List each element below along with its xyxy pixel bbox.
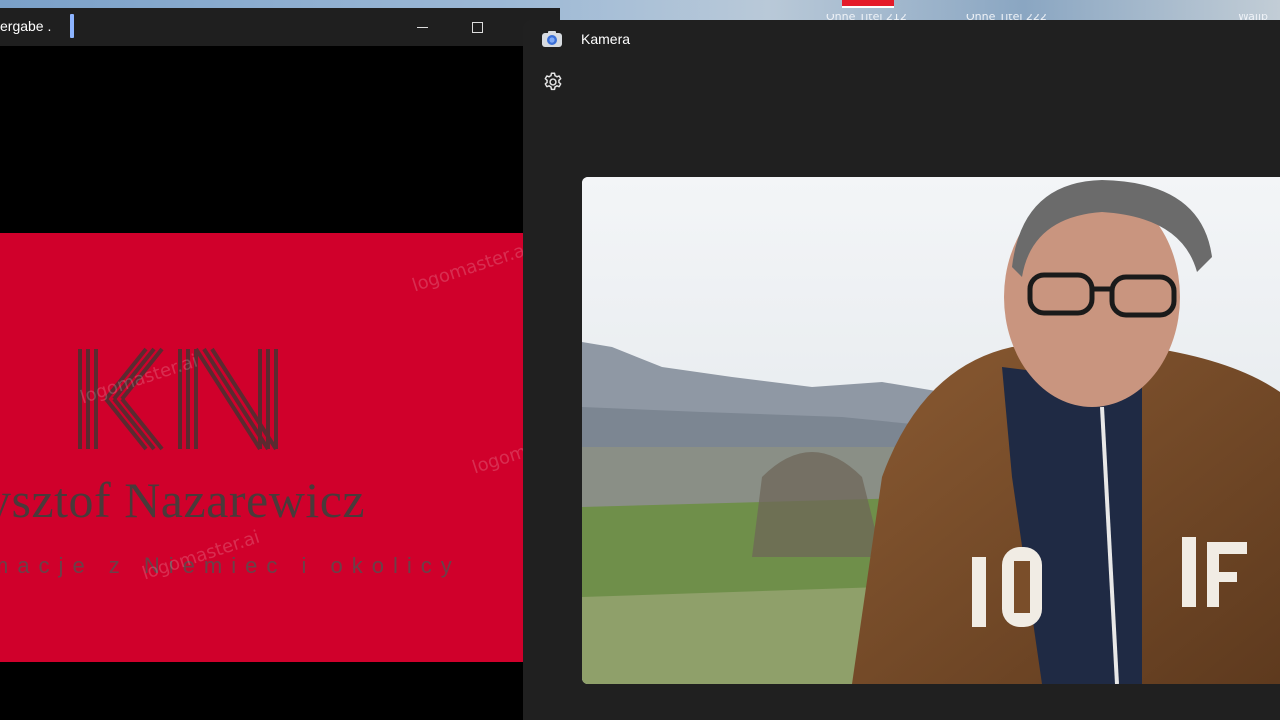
video-frame-slide: ysztof Nazarewicz macje z Niemiec i okol… xyxy=(0,233,524,662)
slide-name-text: ysztof Nazarewicz xyxy=(0,472,366,528)
settings-button[interactable] xyxy=(541,70,565,94)
maximize-button[interactable] xyxy=(462,14,492,40)
gear-icon xyxy=(544,72,562,91)
minimize-icon xyxy=(416,26,428,28)
minimize-button[interactable] xyxy=(407,14,437,40)
camera-titlebar[interactable]: Kamera xyxy=(523,20,1280,60)
watermark: logomaster.ai xyxy=(469,420,524,479)
camera-app-window: Kamera xyxy=(523,20,1280,720)
window-title: ergabe . xyxy=(0,18,52,34)
desktop-icon-thumbnail[interactable] xyxy=(842,0,894,8)
text-cursor xyxy=(70,14,74,38)
maximize-icon xyxy=(471,21,483,33)
camera-preview[interactable] xyxy=(582,177,1280,684)
video-display[interactable]: ysztof Nazarewicz macje z Niemiec i okol… xyxy=(0,46,524,720)
camera-preview-image xyxy=(582,177,1280,684)
camera-icon xyxy=(542,31,562,47)
media-player-window: ergabe . ysztof Nazarewicz macje z Niemi… xyxy=(0,8,560,720)
media-player-titlebar[interactable]: ergabe . xyxy=(0,8,560,46)
window-title: Kamera xyxy=(581,31,631,47)
watermark: logomaster.ai xyxy=(409,238,524,297)
